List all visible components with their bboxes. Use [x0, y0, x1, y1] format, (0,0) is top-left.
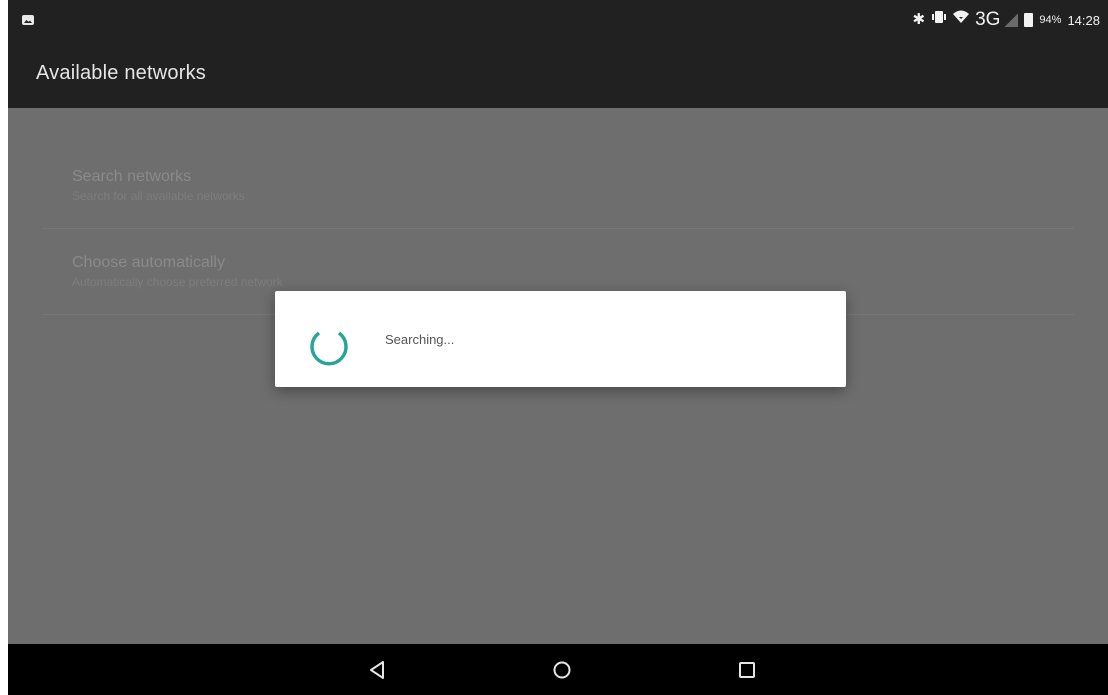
pref-title: Search networks: [72, 168, 192, 185]
status-icons: ✱ 3G 94% 14:28: [912, 10, 1100, 30]
search-networks-item[interactable]: Search networks Search for all available…: [72, 168, 1072, 203]
image-notification-icon: [22, 15, 34, 25]
status-bar: ✱ 3G 94% 14:28: [8, 0, 1108, 40]
divider: [42, 228, 1074, 229]
clock: 14:28: [1067, 12, 1100, 28]
signal-icon: [1004, 13, 1019, 27]
action-bar: Available networks: [8, 40, 1108, 108]
pref-title: Choose automatically: [72, 254, 225, 271]
top-bar: ✱ 3G 94% 14:28 Available networks: [8, 0, 1108, 108]
progress-dialog: Searching...: [275, 291, 846, 387]
wifi-icon: [953, 10, 970, 30]
choose-automatically-item[interactable]: Choose automatically Automatically choos…: [72, 254, 1072, 289]
home-icon[interactable]: [549, 657, 575, 683]
pref-summary: Automatically choose preferred network: [72, 275, 283, 289]
screen: ✱ 3G 94% 14:28 Available networks Search…: [8, 0, 1108, 695]
battery-icon: [1024, 13, 1034, 27]
dialog-message: Searching...: [385, 332, 455, 347]
bluetooth-icon: ✱: [912, 11, 926, 28]
network-type-label: 3G: [975, 9, 1001, 30]
page-title: Available networks: [36, 62, 206, 84]
progress-spinner-icon: [310, 331, 348, 366]
pref-summary: Search for all available networks: [72, 189, 245, 203]
battery-percent: 94%: [1039, 14, 1062, 26]
recents-icon[interactable]: [734, 657, 760, 683]
back-icon[interactable]: [364, 657, 390, 683]
navigation-bar: [8, 644, 1108, 695]
vibrate-icon: [931, 10, 947, 30]
